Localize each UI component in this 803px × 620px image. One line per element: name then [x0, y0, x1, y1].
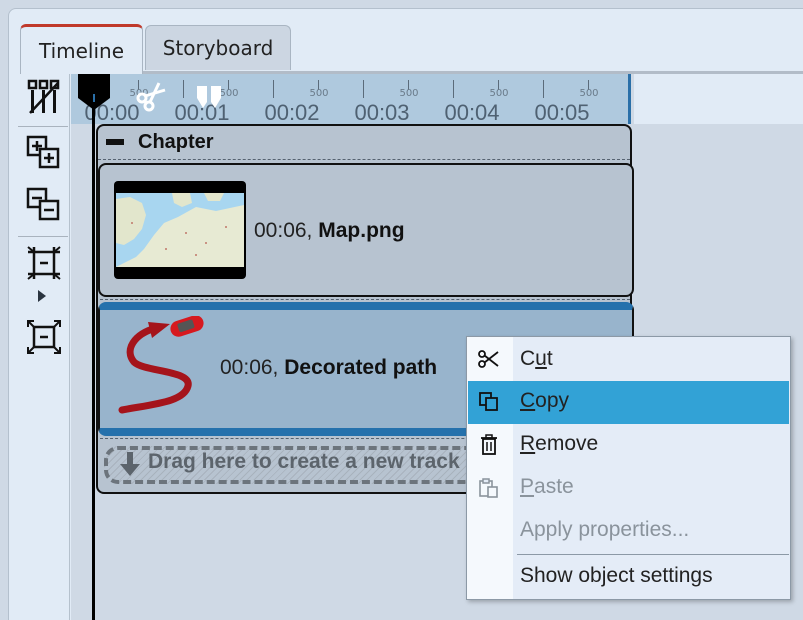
context-menu: Cut Copy Remove Paste Apply properties..… [466, 336, 791, 600]
menu-label-remove: Remove [520, 432, 599, 455]
collapse-all-button[interactable] [25, 186, 63, 224]
toolbar-separator [18, 126, 68, 127]
tab-timeline-label: Timeline [38, 38, 125, 63]
copy-icon [479, 392, 498, 411]
dropzone-text: Drag here to create a new track [148, 450, 460, 473]
scissors-marker-icon[interactable] [135, 80, 169, 112]
chapter-title: Chapter [138, 131, 214, 153]
track-options-button[interactable] [25, 78, 63, 116]
menu-label-paste: Paste [520, 475, 574, 498]
chapter-header[interactable]: Chapter [98, 126, 630, 160]
menu-item-paste[interactable]: Paste [468, 467, 789, 510]
trash-icon [481, 434, 497, 455]
arrow-down-icon [120, 452, 140, 476]
paste-icon [479, 478, 498, 498]
zoom-all-icon [27, 320, 61, 354]
ruler-half-label: 500 [309, 88, 329, 99]
ruler-time-label: 00:04 [444, 100, 500, 125]
clip-path-label: 00:06, Decorated path [220, 356, 437, 380]
clip-name: Map.png [318, 219, 405, 242]
playhead-line[interactable] [92, 102, 95, 620]
range-marker-icon[interactable] [195, 84, 225, 110]
fit-all-button[interactable] [25, 318, 63, 356]
remove-chapter-icon [26, 187, 60, 221]
scissors-icon [478, 350, 499, 368]
menu-label-show-object-settings: Show object settings [520, 564, 713, 587]
menu-label-copy: Copy [520, 389, 570, 412]
menu-item-show-object-settings[interactable]: Show object settings [468, 556, 789, 599]
toolbar-separator [18, 236, 68, 237]
decorated-path-thumbnail [118, 316, 204, 414]
menu-label-apply-properties: Apply properties... [520, 518, 690, 541]
menu-label-cut: Cut [520, 347, 553, 370]
add-chapter-icon [26, 135, 60, 169]
tab-storyboard[interactable]: Storyboard [145, 25, 291, 70]
clip-duration: 00:06, [220, 356, 279, 379]
clip-map-label: 00:06, Map.png [254, 219, 405, 243]
ruler-time-label: 00:03 [354, 100, 410, 125]
clip-separator [100, 299, 630, 300]
expand-all-button[interactable] [25, 134, 63, 172]
ruler-tick-major [453, 80, 454, 98]
ruler-tick-major [183, 80, 184, 98]
expand-arrow-icon[interactable] [38, 290, 46, 302]
ruler-time-label: 00:02 [264, 100, 320, 125]
menu-item-cut[interactable]: Cut [468, 339, 789, 382]
collapse-icon[interactable] [106, 139, 124, 145]
menu-item-copy[interactable]: Copy [468, 381, 789, 424]
tab-storyboard-label: Storyboard [162, 36, 274, 60]
insert-track-icon [27, 79, 60, 114]
map-thumbnail [114, 181, 246, 279]
clip-name: Decorated path [284, 356, 438, 379]
ruler-tick-major [363, 80, 364, 98]
ruler-tick-major [273, 80, 274, 98]
menu-separator [517, 554, 789, 555]
tab-timeline[interactable]: Timeline [20, 24, 143, 74]
ruler-half-label: 500 [489, 88, 509, 99]
clip-duration: 00:06, [254, 219, 313, 242]
menu-item-apply-properties[interactable]: Apply properties... [468, 510, 789, 553]
map-image [116, 193, 244, 267]
fit-timeline-icon [27, 246, 61, 280]
menu-item-remove[interactable]: Remove [468, 424, 789, 467]
timeline-toolbar [18, 72, 70, 620]
ruler-half-label: 500 [579, 88, 599, 99]
ruler-empty-area [634, 74, 803, 124]
zoom-timeline-button[interactable] [25, 244, 63, 282]
ruler-time-label: 00:05 [534, 100, 590, 125]
ruler-half-label: 500 [399, 88, 419, 99]
ruler-tick-major [543, 80, 544, 98]
clip-map[interactable]: 00:06, Map.png [98, 163, 634, 297]
